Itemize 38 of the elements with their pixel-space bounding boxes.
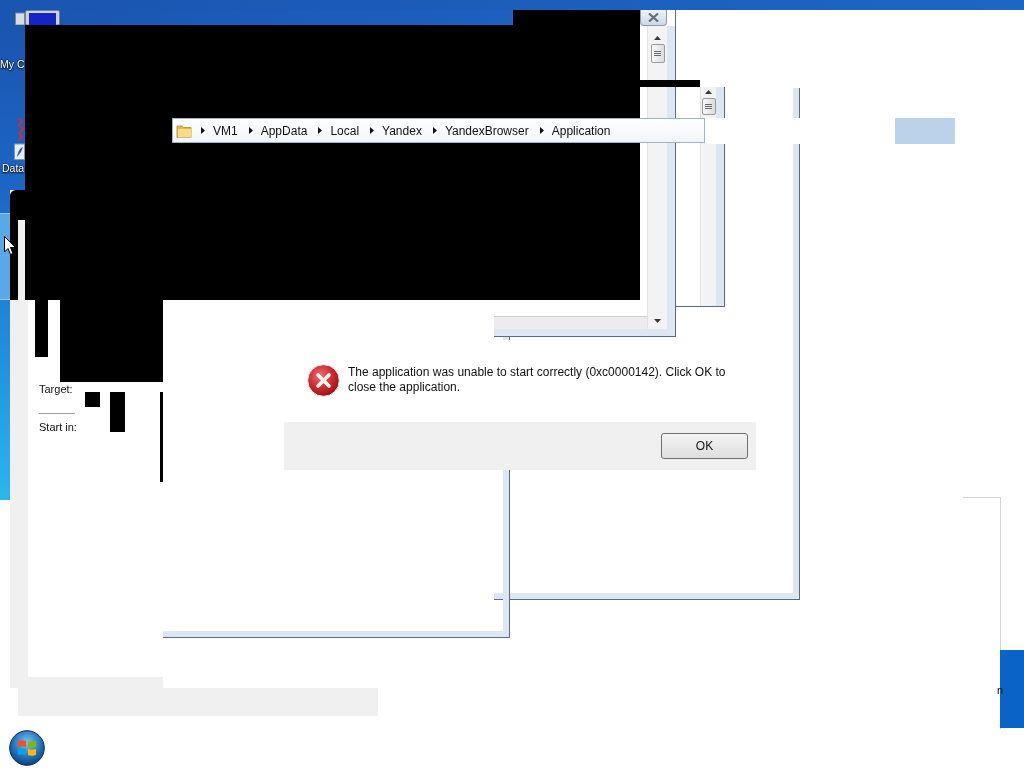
scroll-thumb[interactable] (701, 98, 716, 115)
horizontal-scrollbar[interactable] (494, 316, 647, 329)
error-icon (307, 364, 340, 397)
field-label: Start in: (39, 421, 78, 433)
grip-icon (654, 51, 661, 56)
scroll-down-arrow-icon[interactable] (654, 319, 661, 323)
breadcrumb-item[interactable]: Application (549, 122, 613, 139)
breadcrumb-item[interactable]: Local (328, 122, 362, 139)
scroll-up-arrow-icon[interactable] (705, 90, 712, 94)
redaction-block (110, 392, 125, 432)
breadcrumb-item[interactable]: AppData (258, 122, 310, 139)
close-button[interactable] (640, 10, 667, 26)
error-message: The application was unable to start correctly (0xc0000142). Click OK to close the application. (348, 365, 727, 395)
redaction-block (85, 392, 100, 407)
desktop-icon-label[interactable]: Data (2, 162, 25, 175)
caret-right-icon[interactable] (201, 127, 205, 134)
grip-icon (705, 104, 712, 109)
caret-right-icon[interactable] (370, 127, 375, 134)
close-icon (648, 13, 659, 22)
text-fragment: n (997, 684, 1005, 696)
breadcrumb-item[interactable]: Yandex (380, 122, 424, 139)
field-label: Target: (39, 383, 74, 395)
ok-button[interactable]: OK (661, 433, 748, 459)
folder-icon (176, 122, 192, 139)
breadcrumb-item[interactable]: YandexBrowser (442, 122, 531, 139)
breadcrumb-item[interactable]: VM1 (211, 122, 240, 139)
computer-icon[interactable] (15, 10, 60, 25)
cursor-icon (4, 236, 16, 255)
scroll-up-arrow-icon[interactable] (654, 36, 661, 40)
desktop-icon-label[interactable]: My C (0, 58, 25, 71)
address-bar[interactable]: VM1 AppData Local Yandex YandexBrowser Application (172, 118, 705, 143)
start-orb-icon[interactable] (9, 730, 45, 766)
scroll-thumb[interactable] (650, 44, 665, 63)
caret-right-icon[interactable] (539, 127, 544, 134)
caret-right-icon[interactable] (432, 127, 437, 134)
caret-right-icon[interactable] (248, 127, 253, 134)
caret-right-icon[interactable] (318, 127, 323, 134)
shortcut-icon[interactable] (14, 118, 25, 160)
